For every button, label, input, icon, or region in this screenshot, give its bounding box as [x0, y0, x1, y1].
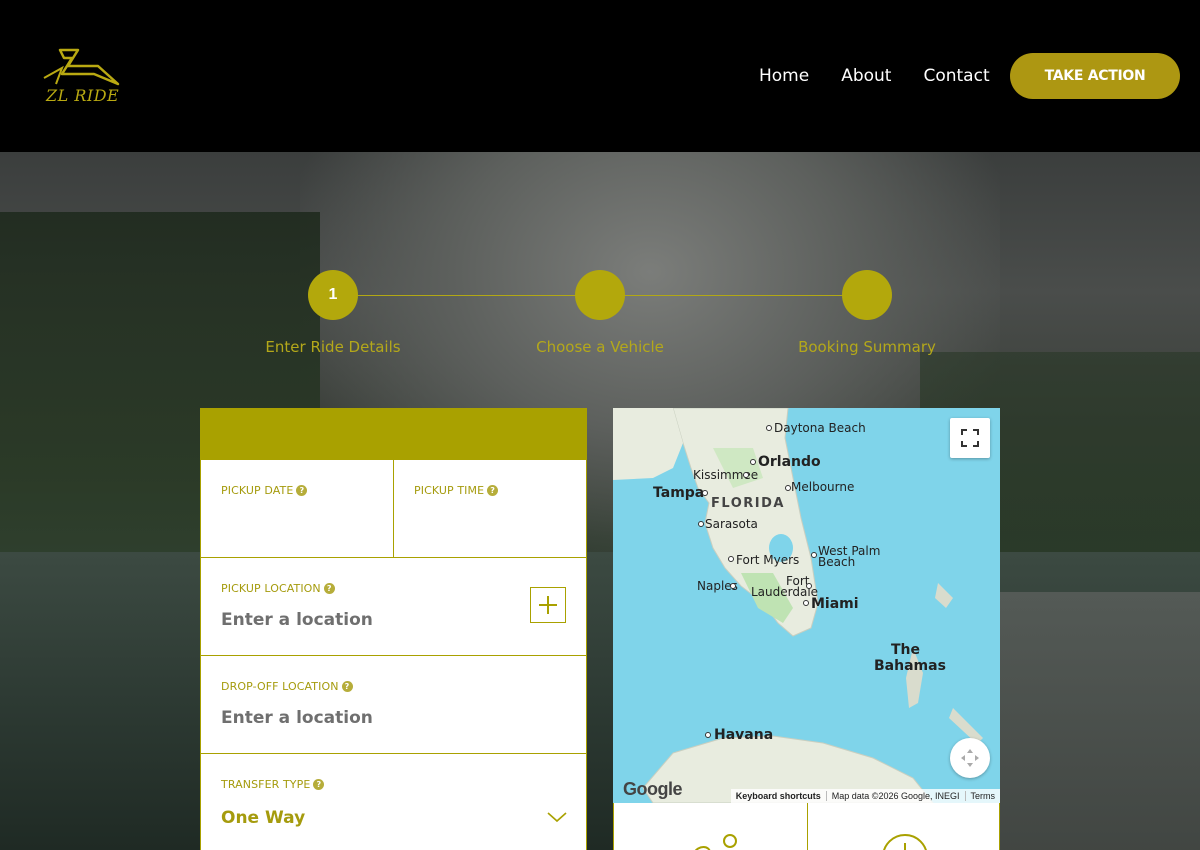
map-label-florida: FLORIDA — [711, 496, 785, 511]
pickup-date-field[interactable]: PICKUP DATE? — [201, 460, 393, 557]
map-label-orlando: Orlando — [758, 454, 821, 470]
help-icon[interactable]: ? — [296, 485, 308, 496]
main-nav: Home About Contact — [759, 66, 990, 86]
form-header-bar — [200, 408, 587, 460]
step-3-label: Booking Summary — [798, 338, 936, 356]
route-map[interactable]: Daytona Beach Orlando Kissimmee Tampa Me… — [613, 408, 1000, 803]
map-label-sarasota: Sarasota — [705, 517, 758, 531]
city-marker — [702, 490, 708, 496]
nav-contact[interactable]: Contact — [923, 66, 989, 86]
fullscreen-button[interactable] — [950, 418, 990, 458]
city-marker — [705, 732, 711, 738]
step-3-circle — [842, 270, 892, 320]
city-marker — [785, 485, 791, 491]
dropoff-location-label: DROP-OFF LOCATION? — [221, 680, 353, 693]
help-icon[interactable]: ? — [323, 583, 335, 594]
nav-about[interactable]: About — [841, 66, 891, 86]
chevron-down-icon[interactable] — [547, 810, 567, 824]
plus-icon — [539, 596, 557, 614]
map-label-melbourne: Melbourne — [791, 480, 855, 494]
site-header: ZL RIDE Home About Contact TAKE ACTION — [0, 0, 1200, 152]
help-icon[interactable]: ? — [487, 485, 499, 496]
pickup-time-field[interactable]: PICKUP TIME? — [393, 460, 587, 557]
map-label-miami: Miami — [811, 596, 859, 612]
map-tab-route[interactable] — [614, 803, 807, 850]
location-pin-icon — [694, 834, 737, 850]
city-marker — [698, 521, 704, 527]
map-label-the: The — [891, 642, 921, 658]
hero-background — [0, 152, 1200, 850]
add-circle-icon — [883, 834, 927, 850]
city-marker — [811, 552, 817, 558]
fullscreen-icon — [961, 429, 979, 447]
map-label-west-palm-beach: Beach — [818, 555, 856, 569]
dropoff-location-row: DROP-OFF LOCATION? Enter a location — [200, 656, 587, 754]
dropoff-location-input[interactable]: Enter a location — [221, 708, 511, 728]
pickup-time-label: PICKUP TIME? — [414, 484, 499, 497]
step-1-label: Enter Ride Details — [265, 338, 401, 356]
pan-arrows-icon — [961, 749, 979, 767]
help-icon[interactable]: ? — [341, 681, 353, 692]
transfer-type-row[interactable]: TRANSFER TYPE? One Way — [200, 754, 587, 850]
map-label-fort-myers: Fort Myers — [736, 553, 800, 567]
pickup-location-row: PICKUP LOCATION? Enter a location — [200, 558, 587, 656]
google-logo: Google — [623, 779, 683, 799]
map-label-tampa: Tampa — [653, 485, 705, 501]
city-marker — [806, 583, 812, 589]
transfer-type-select[interactable]: One Way — [221, 808, 305, 828]
ride-details-form: PICKUP DATE? PICKUP TIME? PICKUP LOCATIO… — [200, 408, 587, 850]
map-label-daytona: Daytona Beach — [774, 421, 866, 435]
map-footer: Keyboard shortcuts Map data ©2026 Google… — [730, 789, 1001, 803]
pickup-location-input[interactable]: Enter a location — [221, 610, 511, 630]
city-marker — [803, 600, 809, 606]
city-marker — [750, 459, 756, 465]
logo-text: ZL RIDE — [46, 86, 120, 105]
help-icon[interactable]: ? — [313, 779, 325, 790]
city-marker — [743, 472, 749, 478]
city-marker — [766, 425, 772, 431]
map-terms-link[interactable]: Terms — [964, 791, 1001, 801]
map-action-tabs — [613, 803, 1000, 850]
keyboard-shortcuts-link[interactable]: Keyboard shortcuts — [731, 791, 826, 801]
map-label-bahamas: Bahamas — [874, 658, 946, 674]
take-action-button[interactable]: TAKE ACTION — [1010, 53, 1180, 99]
add-stop-button[interactable] — [530, 587, 566, 623]
map-tab-add[interactable] — [807, 803, 999, 850]
date-time-row: PICKUP DATE? PICKUP TIME? — [200, 460, 587, 558]
step-1-circle: 1 — [308, 270, 358, 320]
step-2-label: Choose a Vehicle — [536, 338, 664, 356]
pickup-date-label: PICKUP DATE? — [221, 484, 308, 497]
map-label-havana: Havana — [714, 727, 774, 743]
map-data-attribution: Map data ©2026 Google, INEGI — [825, 791, 965, 801]
step-2-circle — [575, 270, 625, 320]
city-marker — [730, 583, 736, 589]
map-pan-control[interactable] — [950, 738, 990, 778]
nav-home[interactable]: Home — [759, 66, 809, 86]
pickup-location-label: PICKUP LOCATION? — [221, 582, 335, 595]
city-marker — [728, 556, 734, 562]
transfer-type-label: TRANSFER TYPE? — [221, 778, 325, 791]
